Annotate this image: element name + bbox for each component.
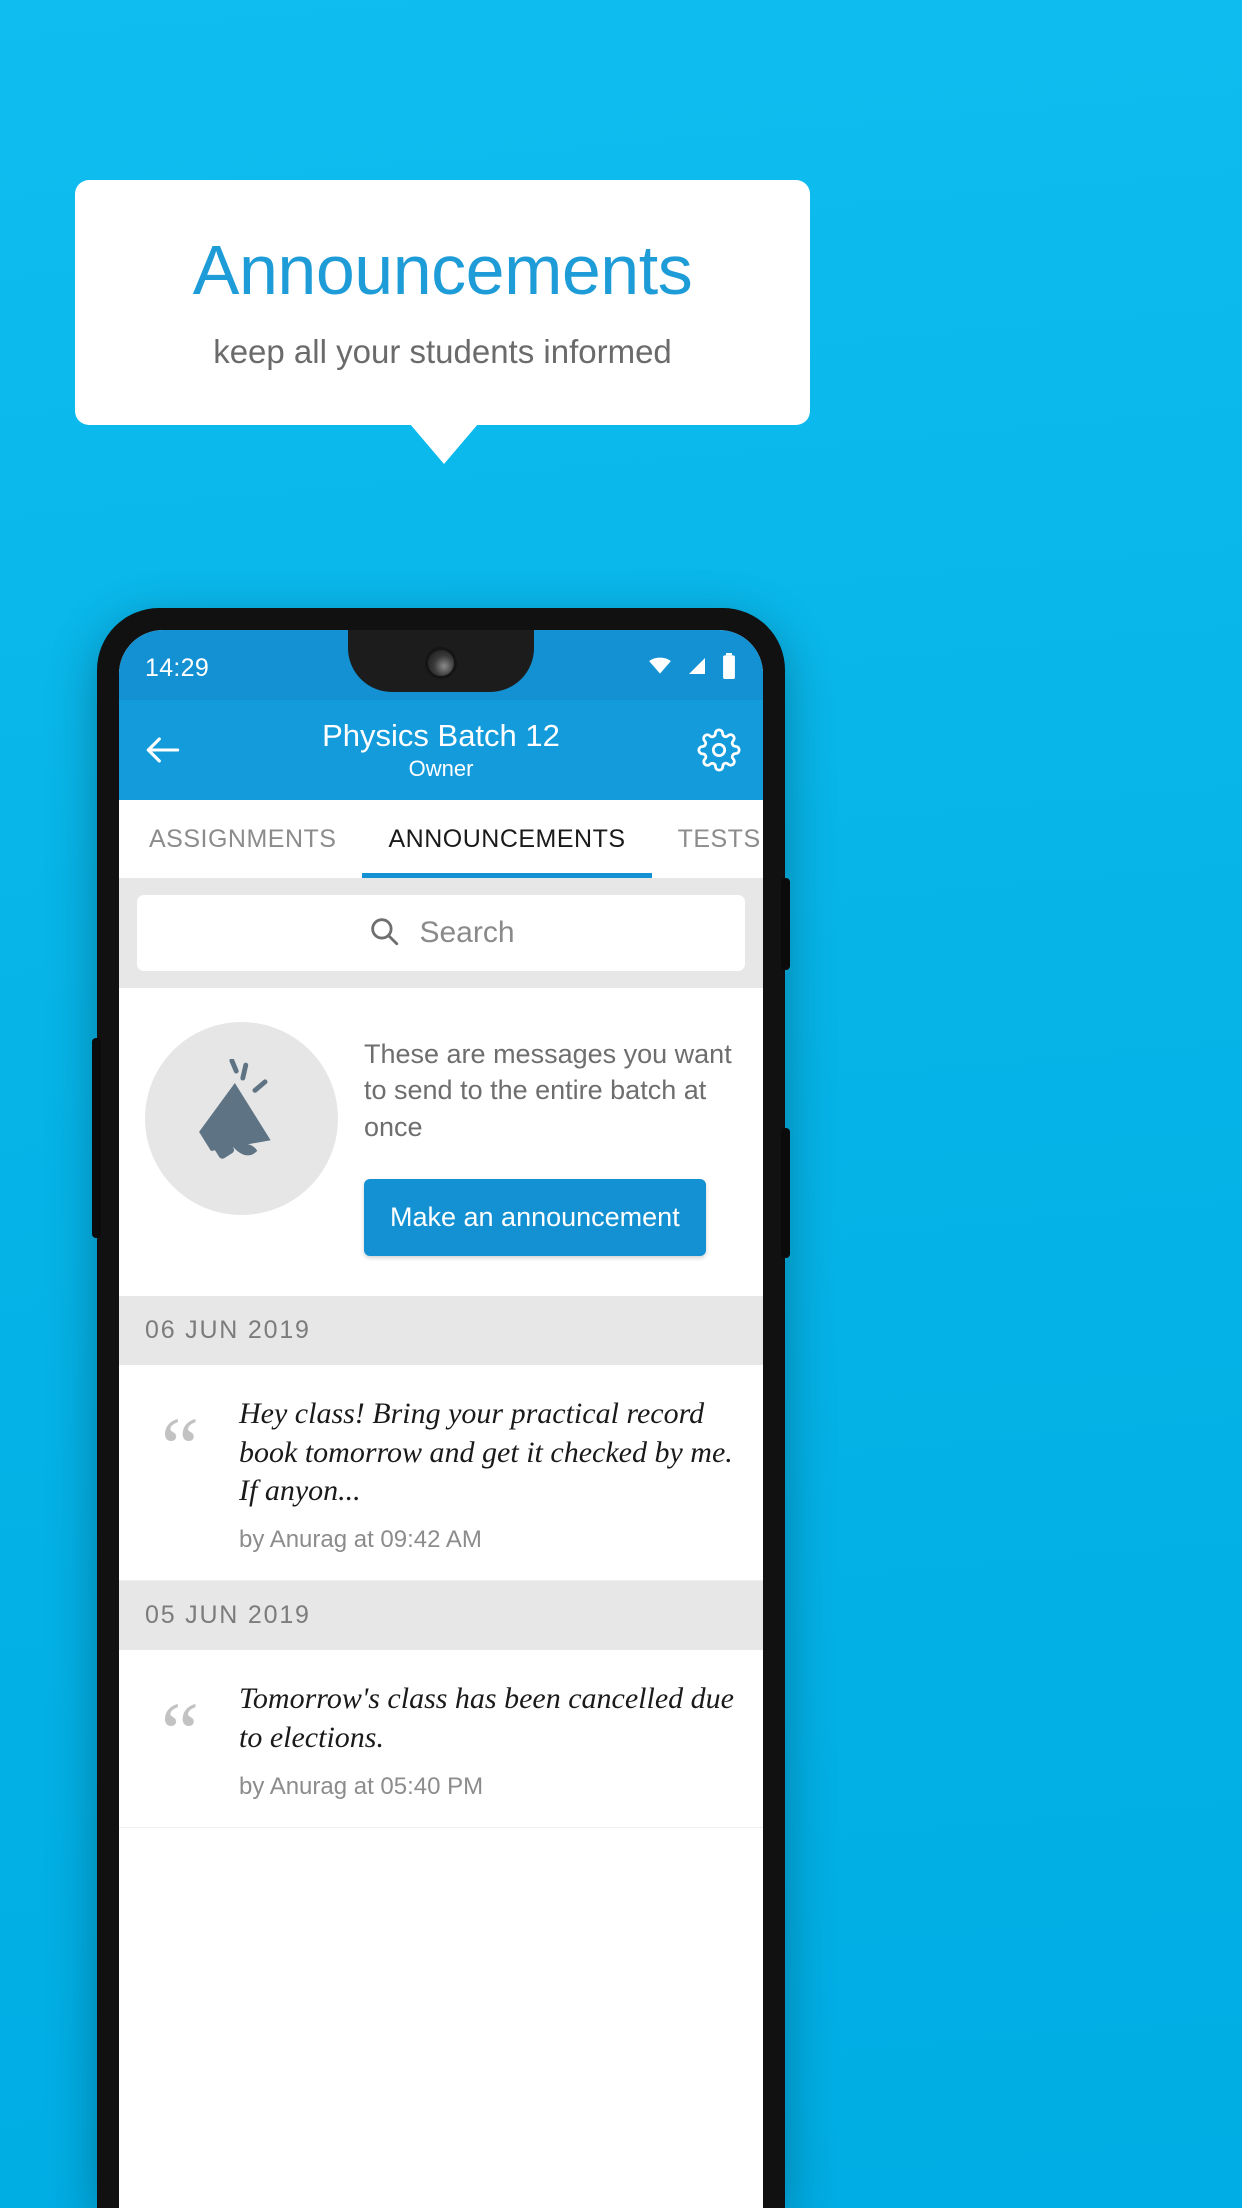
megaphone-icon [145,1022,338,1215]
status-bar-icons [647,652,737,684]
announcement-text: Tomorrow's class has been cancelled due … [239,1682,734,1754]
phone-bezel: 14:29 Physics Batch 12 Owner ASSIGNMENTS… [119,630,763,2208]
page-subtitle-role: Owner [408,756,474,782]
app-bar: Physics Batch 12 Owner [119,700,763,800]
announcement-empty-state: These are messages you want to send to t… [119,988,763,1297]
gear-icon[interactable] [697,728,741,772]
promo-speech-bubble-card: Announcements keep all your students inf… [75,180,810,425]
search-icon [367,914,401,953]
empty-state-content: These are messages you want to send to t… [364,1022,737,1257]
announcement-meta: by Anurag at 09:42 AM [239,1526,482,1554]
make-announcement-button[interactable]: Make an announcement [364,1179,706,1257]
app-bar-titles: Physics Batch 12 Owner [119,718,763,783]
back-arrow-icon[interactable] [141,728,185,772]
promo-bubble-tail [410,424,478,464]
status-bar-clock: 14:29 [145,653,210,682]
page-title: Physics Batch 12 [322,717,560,753]
announcement-list-item[interactable]: “ Tomorrow's class has been cancelled du… [119,1650,763,1829]
phone-screen: 14:29 Physics Batch 12 Owner ASSIGNMENTS… [119,630,763,2208]
announcement-body: Tomorrow's class has been cancelled due … [239,1680,739,1801]
empty-state-description: These are messages you want to send to t… [364,1039,732,1142]
wifi-icon [647,653,673,684]
phone-volume-button[interactable] [781,1128,790,1258]
promo-subtitle: keep all your students informed [213,333,672,371]
quote-icon: “ [160,1399,200,1496]
announcement-list-item[interactable]: “ Hey class! Bring your practical record… [119,1365,763,1582]
date-header: 06 JUN 2019 [119,1296,763,1366]
announcement-meta: by Anurag at 05:40 PM [239,1773,484,1801]
phone-device-frame: 14:29 Physics Batch 12 Owner ASSIGNMENTS… [92,608,790,2208]
quote-icon: “ [160,1684,200,1781]
phone-side-button-left[interactable] [92,1038,101,1238]
tab-tests[interactable]: TESTS [652,800,763,878]
tab-announcements[interactable]: ANNOUNCEMENTS [362,800,652,878]
front-camera-icon [428,650,454,676]
promo-title: Announcements [192,230,693,309]
announcement-body: Hey class! Bring your practical record b… [239,1395,739,1554]
search-input[interactable]: Search [137,895,745,971]
phone-power-button[interactable] [781,878,790,970]
battery-icon [721,652,737,684]
signal-icon [685,654,709,683]
date-header: 05 JUN 2019 [119,1581,763,1651]
phone-notch [348,630,534,692]
status-bar: 14:29 [119,630,763,700]
announcement-text: Hey class! Bring your practical record b… [239,1397,733,1508]
search-placeholder-text: Search [419,916,515,949]
tab-assignments[interactable]: ASSIGNMENTS [119,800,362,878]
search-zone: Search [119,878,763,988]
tab-bar: ASSIGNMENTS ANNOUNCEMENTS TESTS [119,800,763,878]
